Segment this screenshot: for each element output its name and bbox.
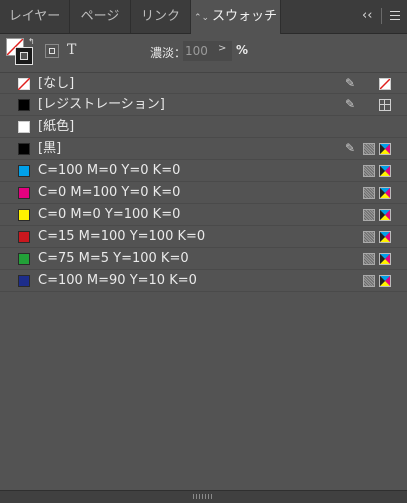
swatch-row[interactable]: C=100 M=0 Y=0 K=0 [0, 160, 407, 182]
cmyk-mode-icon [379, 165, 391, 177]
collapse-panel-icon[interactable]: ‹‹ [362, 9, 372, 22]
swatch-row[interactable]: C=0 M=100 Y=0 K=0 [0, 182, 407, 204]
swatch-name: C=100 M=0 Y=0 K=0 [38, 163, 181, 178]
swatch-name: C=15 M=100 Y=100 K=0 [38, 229, 206, 244]
registration-icon [379, 99, 391, 111]
swatch-name: C=100 M=90 Y=10 K=0 [38, 273, 197, 288]
swatch-toolbar: ↰ T 濃淡： 100 > % [0, 34, 407, 73]
swatch-list: [なし] ✎ [レジストレーション] ✎ [紙色] [黒] ✎ C=100 M=0 Y=0 K… [0, 72, 407, 292]
process-color-icon [363, 187, 375, 199]
tab-swatches-label: スウォッチ [212, 9, 278, 24]
stroke-icon[interactable] [15, 47, 33, 65]
process-color-icon [363, 253, 375, 265]
none-swatch-icon [379, 78, 391, 90]
cmyk-mode-icon [379, 143, 391, 155]
cmyk-mode-icon [379, 187, 391, 199]
panel-tab-bar: レイヤー ページ リンク ⌃⌄ スウォッチ ‹‹ [0, 0, 407, 34]
swatch-color-chip [18, 187, 30, 199]
swatch-row[interactable]: [レジストレーション] ✎ [0, 94, 407, 116]
swatch-color-chip [18, 143, 30, 155]
cmyk-mode-icon [379, 275, 391, 287]
fill-stroke-selector[interactable]: ↰ [6, 38, 36, 68]
swatch-row[interactable]: C=15 M=100 Y=100 K=0 [0, 226, 407, 248]
process-color-icon [363, 165, 375, 177]
cmyk-mode-icon [379, 231, 391, 243]
cmyk-mode-icon [379, 253, 391, 265]
tab-pages[interactable]: ページ [70, 0, 131, 33]
swatch-color-chip [18, 99, 30, 111]
tint-label: 濃淡： [150, 46, 187, 60]
resize-grip-icon[interactable] [193, 494, 213, 499]
panel-resize-bar[interactable] [0, 490, 407, 503]
tab-links[interactable]: リンク [131, 0, 191, 33]
swatch-row[interactable]: [黒] ✎ [0, 138, 407, 160]
swatch-row[interactable]: C=100 M=90 Y=10 K=0 [0, 270, 407, 292]
swatch-color-chip [18, 231, 30, 243]
swatch-color-chip [18, 275, 30, 287]
swatch-name: [レジストレーション] [38, 97, 165, 112]
swatch-row[interactable]: [紙色] [0, 116, 407, 138]
formatting-text-icon[interactable]: T [67, 42, 76, 58]
cmyk-mode-icon [379, 209, 391, 221]
swap-fill-stroke-icon[interactable]: ↰ [28, 38, 35, 46]
panel-menu-icon[interactable] [390, 11, 400, 21]
swatch-row[interactable]: C=75 M=5 Y=100 K=0 [0, 248, 407, 270]
swatch-color-chip [18, 121, 30, 133]
process-color-icon [363, 275, 375, 287]
swatch-name: [なし] [38, 76, 75, 91]
swatch-color-chip [18, 78, 30, 90]
swatch-name: C=0 M=0 Y=100 K=0 [38, 207, 181, 222]
formatting-container-icon[interactable] [45, 44, 59, 58]
swatch-name: C=0 M=100 Y=0 K=0 [38, 185, 181, 200]
swatch-row[interactable]: [なし] ✎ [0, 72, 407, 94]
no-edit-icon: ✎ [345, 97, 356, 111]
tab-options-arrows-icon: ⌃⌄ [193, 13, 210, 23]
tab-layers[interactable]: レイヤー [0, 0, 70, 33]
tab-swatches[interactable]: ⌃⌄ スウォッチ [191, 0, 281, 34]
swatch-name: C=75 M=5 Y=100 K=0 [38, 251, 189, 266]
swatch-color-chip [18, 165, 30, 177]
swatch-row[interactable]: C=0 M=0 Y=100 K=0 [0, 204, 407, 226]
tint-slider-arrow-icon[interactable]: > [218, 43, 226, 54]
swatch-name: [紙色] [38, 119, 75, 134]
process-color-icon [363, 231, 375, 243]
process-color-icon [363, 143, 375, 155]
swatch-name: [黒] [38, 141, 62, 156]
swatch-color-chip [18, 253, 30, 265]
no-edit-icon: ✎ [345, 76, 356, 90]
swatch-color-chip [18, 209, 30, 221]
percent-sign: % [236, 43, 249, 57]
no-edit-icon: ✎ [345, 141, 356, 155]
divider [381, 8, 382, 24]
process-color-icon [363, 209, 375, 221]
